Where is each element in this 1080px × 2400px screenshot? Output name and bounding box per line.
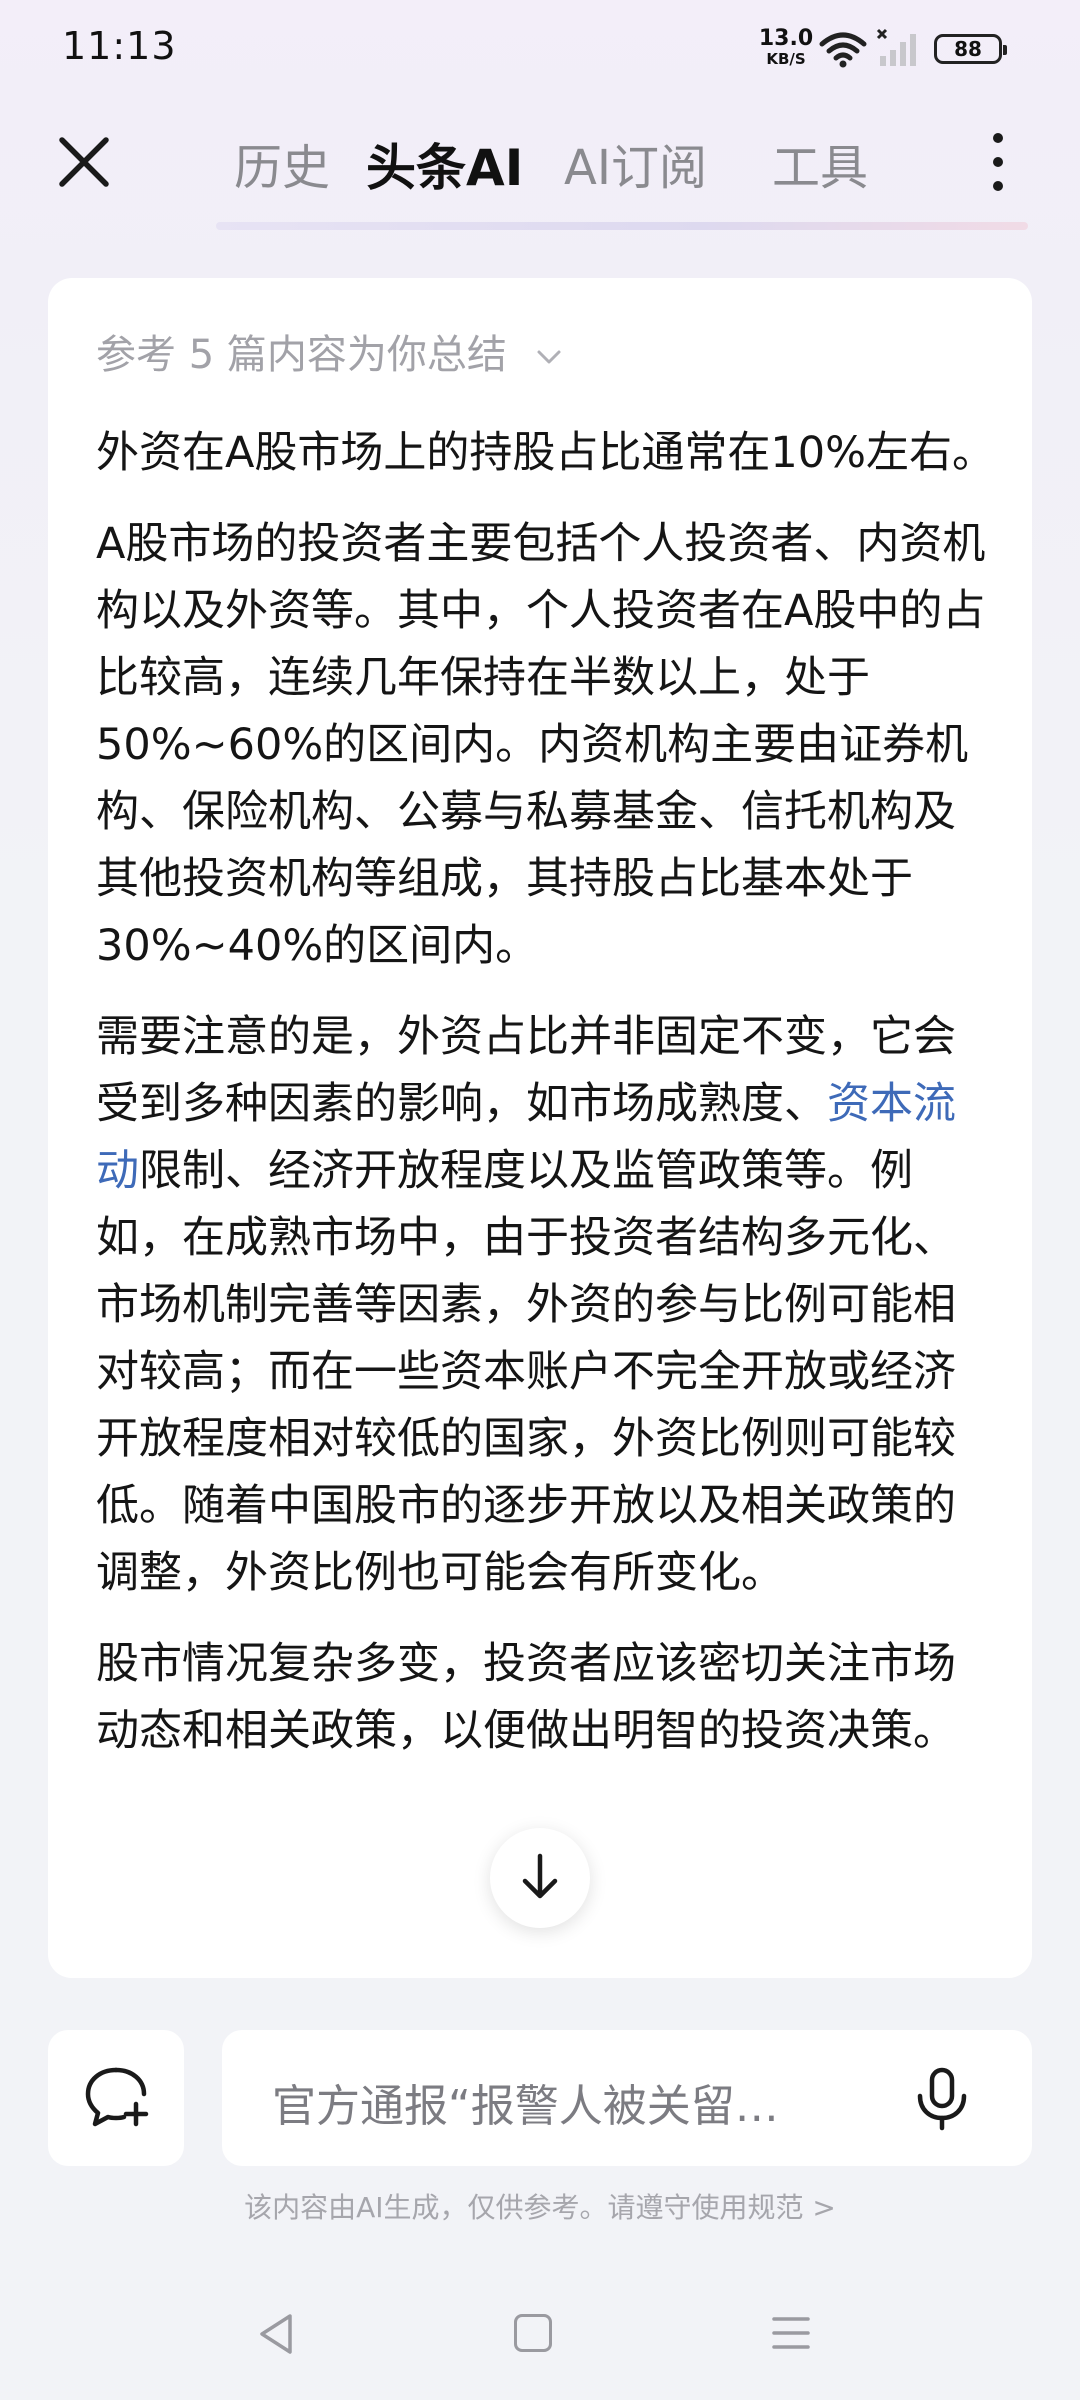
question-input-placeholder: 官方通报“报警人被关留… — [272, 2081, 779, 2132]
answer-paragraph-2: A股市场的投资者主要包括个人投资者、内资机构以及外资等。其中，个人投资者在A股中… — [96, 519, 986, 971]
tab-bar: 历史 头条AI AI订阅 工具 — [0, 100, 1080, 220]
tab-tools[interactable]: 工具 — [772, 128, 868, 198]
scroll-down-button[interactable] — [490, 1828, 590, 1928]
header: 历史 头条AI AI订阅 工具 — [0, 100, 1080, 240]
answer-paragraph-1: 外资在A股市场上的持股占比通常在10%左右。 — [96, 428, 995, 478]
nav-back-icon[interactable] — [256, 2312, 296, 2356]
answer-text: 外资在A股市场上的持股占比通常在10%左右。 A股市场的投资者主要包括个人投资者… — [96, 420, 996, 1789]
content-fade — [48, 1938, 1032, 1978]
network-speed-value: 13.0 — [758, 26, 814, 51]
new-chat-button[interactable] — [48, 2030, 184, 2166]
answer-paragraph-3-end: 限制、经济开放程度以及监管政策等。例如，在成熟市场中，由于投资者结构多元化、市场… — [96, 1146, 956, 1598]
answer-paragraph-4: 股市情况复杂多变，投资者应该密切关注市场动态和相关政策，以便做出明智的投资决策。 — [96, 1639, 956, 1756]
tab-divider — [216, 222, 1028, 230]
network-speed: 13.0 KB/S — [756, 28, 816, 67]
status-bar: 11:13 13.0 KB/S 88 — [0, 0, 1080, 100]
battery-indicator: 88 — [934, 34, 1007, 64]
arrow-down-icon — [522, 1853, 558, 1899]
chevron-down-icon — [537, 350, 561, 364]
new-chat-icon — [85, 2067, 149, 2127]
wifi-icon — [819, 32, 867, 68]
more-vertical-icon[interactable] — [978, 126, 1018, 198]
reference-summary-toggle[interactable]: 参考 5 篇内容为你总结 — [96, 322, 564, 380]
signal-icon — [876, 28, 916, 66]
answer-paragraph-3: 需要注意的是，外资占比并非固定不变，它会受到多种因素的影响，如市场成熟度、资本流… — [96, 1004, 996, 1607]
tab-ai-subscribe[interactable]: AI订阅 — [564, 128, 707, 198]
ai-answer-card[interactable]: 参考 5 篇内容为你总结 外资在A股市场上的持股占比通常在10%左右。 A股市场… — [48, 278, 1032, 1978]
nav-menu-icon[interactable] — [772, 2314, 810, 2352]
question-input[interactable]: 官方通报“报警人被关留… — [222, 2030, 1032, 2166]
network-speed-unit: KB/S — [766, 50, 806, 68]
tab-toutiao-ai[interactable]: 头条AI — [366, 128, 523, 200]
status-time: 11:13 — [62, 24, 177, 68]
reference-summary-label: 参考 5 篇内容为你总结 — [96, 332, 507, 378]
tab-history[interactable]: 历史 — [234, 128, 330, 198]
nav-home-icon[interactable] — [514, 2314, 552, 2352]
ai-disclaimer[interactable]: 该内容由AI生成，仅供参考。请遵守使用规范 > — [0, 2186, 1080, 2226]
mic-icon[interactable] — [910, 2066, 974, 2132]
